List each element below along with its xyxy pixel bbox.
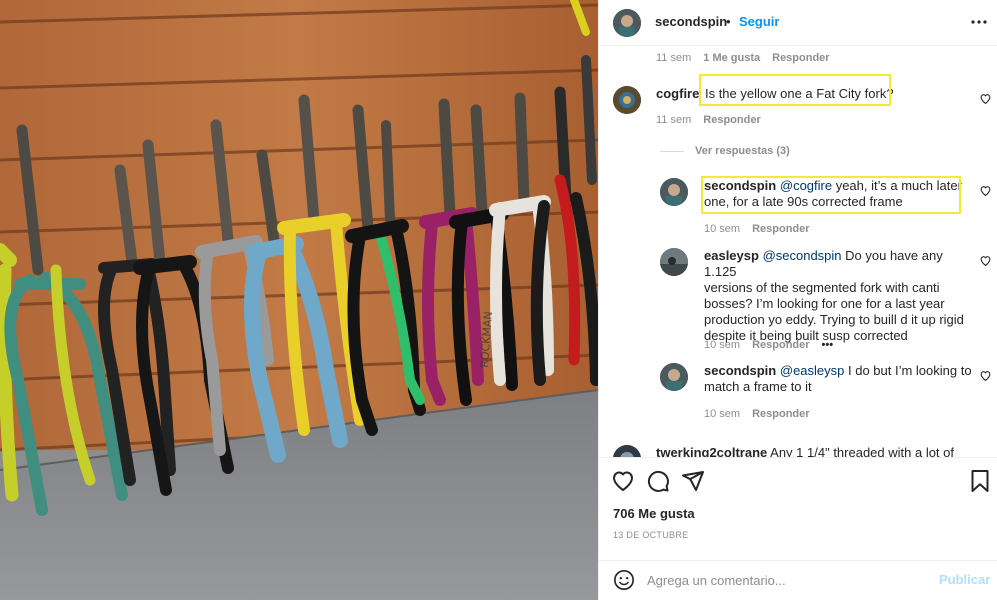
heart-icon[interactable]	[979, 184, 992, 197]
reply-username[interactable]: secondspin	[704, 178, 776, 193]
post-header: secondspin • Seguir	[599, 0, 997, 46]
reply-avatar[interactable]	[660, 178, 688, 206]
reply-meta: 10 sem Responder	[704, 223, 810, 235]
comment-text: cogfire Is the yellow one a Fat City for…	[656, 86, 966, 102]
comments-list[interactable]: 11 sem 1 Me gusta Responder cogfire Is the…	[599, 47, 997, 457]
comment-username[interactable]: twerking2coltrane	[656, 445, 767, 457]
add-comment-bar: Publicar	[599, 560, 997, 600]
caption-time: 11 sem	[656, 52, 692, 64]
reply-reply-button[interactable]: Responder	[752, 339, 809, 351]
reply-mention[interactable]: @secondspin	[763, 248, 842, 263]
comment-input[interactable]	[647, 570, 927, 590]
reply-username[interactable]: easleysp	[704, 248, 759, 263]
reply-body-line4: production yo eddy. Trying to buill d it…	[704, 312, 964, 327]
reply-meta: 10 sem Responder •••	[704, 339, 833, 351]
instagram-post-view: ROCKMAN secondspin • Seguir 11 sem 1 Me g…	[0, 0, 997, 600]
reply-reply-button[interactable]: Responder	[752, 408, 809, 420]
post-date: 13 DE OCTUBRE	[613, 530, 689, 540]
reply-reply-button[interactable]: Responder	[752, 223, 809, 235]
comment-options-button[interactable]: •••	[822, 339, 834, 351]
replies-divider	[660, 151, 684, 152]
caption-meta: 11 sem 1 Me gusta Responder	[656, 52, 830, 64]
separator-dot: •	[726, 14, 731, 29]
share-icon[interactable]	[681, 469, 705, 493]
reply-meta: 10 sem Responder	[704, 408, 810, 420]
reply-mention[interactable]: @easleysp	[780, 363, 845, 378]
reply-text: secondspin @easleysp I do but I’m lookin…	[704, 363, 974, 395]
post-sidebar: secondspin • Seguir 11 sem 1 Me gusta Resp…	[598, 0, 997, 600]
heart-icon[interactable]	[979, 92, 992, 105]
heart-icon[interactable]	[979, 369, 992, 382]
comment-body: Is the yellow one a Fat City fork?	[704, 86, 894, 101]
reply-body-line1: yeah, it’s a much later	[832, 178, 962, 193]
reply-body-line2: versions of the segmented fork with cant…	[704, 280, 940, 295]
commenter-avatar[interactable]	[613, 445, 641, 457]
author-avatar[interactable]	[613, 9, 641, 37]
reply-time: 10 sem	[704, 339, 741, 351]
comment-text: twerking2coltrane Any 1 1/4" threaded wi…	[656, 445, 976, 457]
post-photo[interactable]: ROCKMAN	[0, 0, 598, 600]
bookmark-icon[interactable]	[968, 469, 992, 493]
like-count[interactable]: 706 Me gusta	[613, 506, 695, 521]
reply-text: easleysp @secondspin Do you have any 1.1…	[704, 248, 974, 344]
view-replies-button[interactable]: Ver respuestas (3)	[695, 145, 790, 157]
reply-text: secondspin @cogfire yeah, it’s a much la…	[704, 178, 974, 210]
comment-time: 11 sem	[656, 114, 692, 126]
caption-likes[interactable]: 1 Me gusta	[703, 52, 760, 64]
comment-reply-button[interactable]: Responder	[703, 114, 760, 126]
post-actions: 706 Me gusta 13 DE OCTUBRE	[599, 457, 997, 562]
publish-button[interactable]: Publicar	[939, 572, 990, 587]
comment-meta: 11 sem Responder	[656, 114, 761, 126]
emoji-icon[interactable]	[613, 569, 635, 591]
reply-avatar[interactable]	[660, 248, 688, 276]
commenter-avatar[interactable]	[613, 86, 641, 114]
reply-body-line1: I do but I’m looking to	[844, 363, 972, 378]
reply-body-line2: match a frame to it	[704, 379, 812, 394]
reply-mention[interactable]: @cogfire	[780, 178, 832, 193]
reply-body-line2: one, for a late 90s corrected frame	[704, 194, 903, 209]
reply-time: 10 sem	[704, 408, 741, 420]
reply-avatar[interactable]	[660, 363, 688, 391]
reply-body-line3: bosses? I’m looking for one for a last y…	[704, 296, 945, 311]
follow-button[interactable]: Seguir	[739, 14, 779, 29]
comment-icon[interactable]	[646, 469, 670, 493]
comment-body: Any 1 1/4" threaded with a lot of	[767, 445, 955, 457]
more-options-icon[interactable]	[969, 12, 989, 32]
reply-username[interactable]: secondspin	[704, 363, 776, 378]
reply-time: 10 sem	[704, 223, 741, 235]
comment-username[interactable]: cogfire	[656, 86, 699, 101]
caption-reply-button[interactable]: Responder	[772, 52, 829, 64]
bike-forks-photo: ROCKMAN	[0, 0, 598, 600]
heart-icon[interactable]	[979, 254, 992, 267]
heart-icon[interactable]	[611, 469, 635, 493]
author-username[interactable]: secondspin	[655, 14, 727, 29]
